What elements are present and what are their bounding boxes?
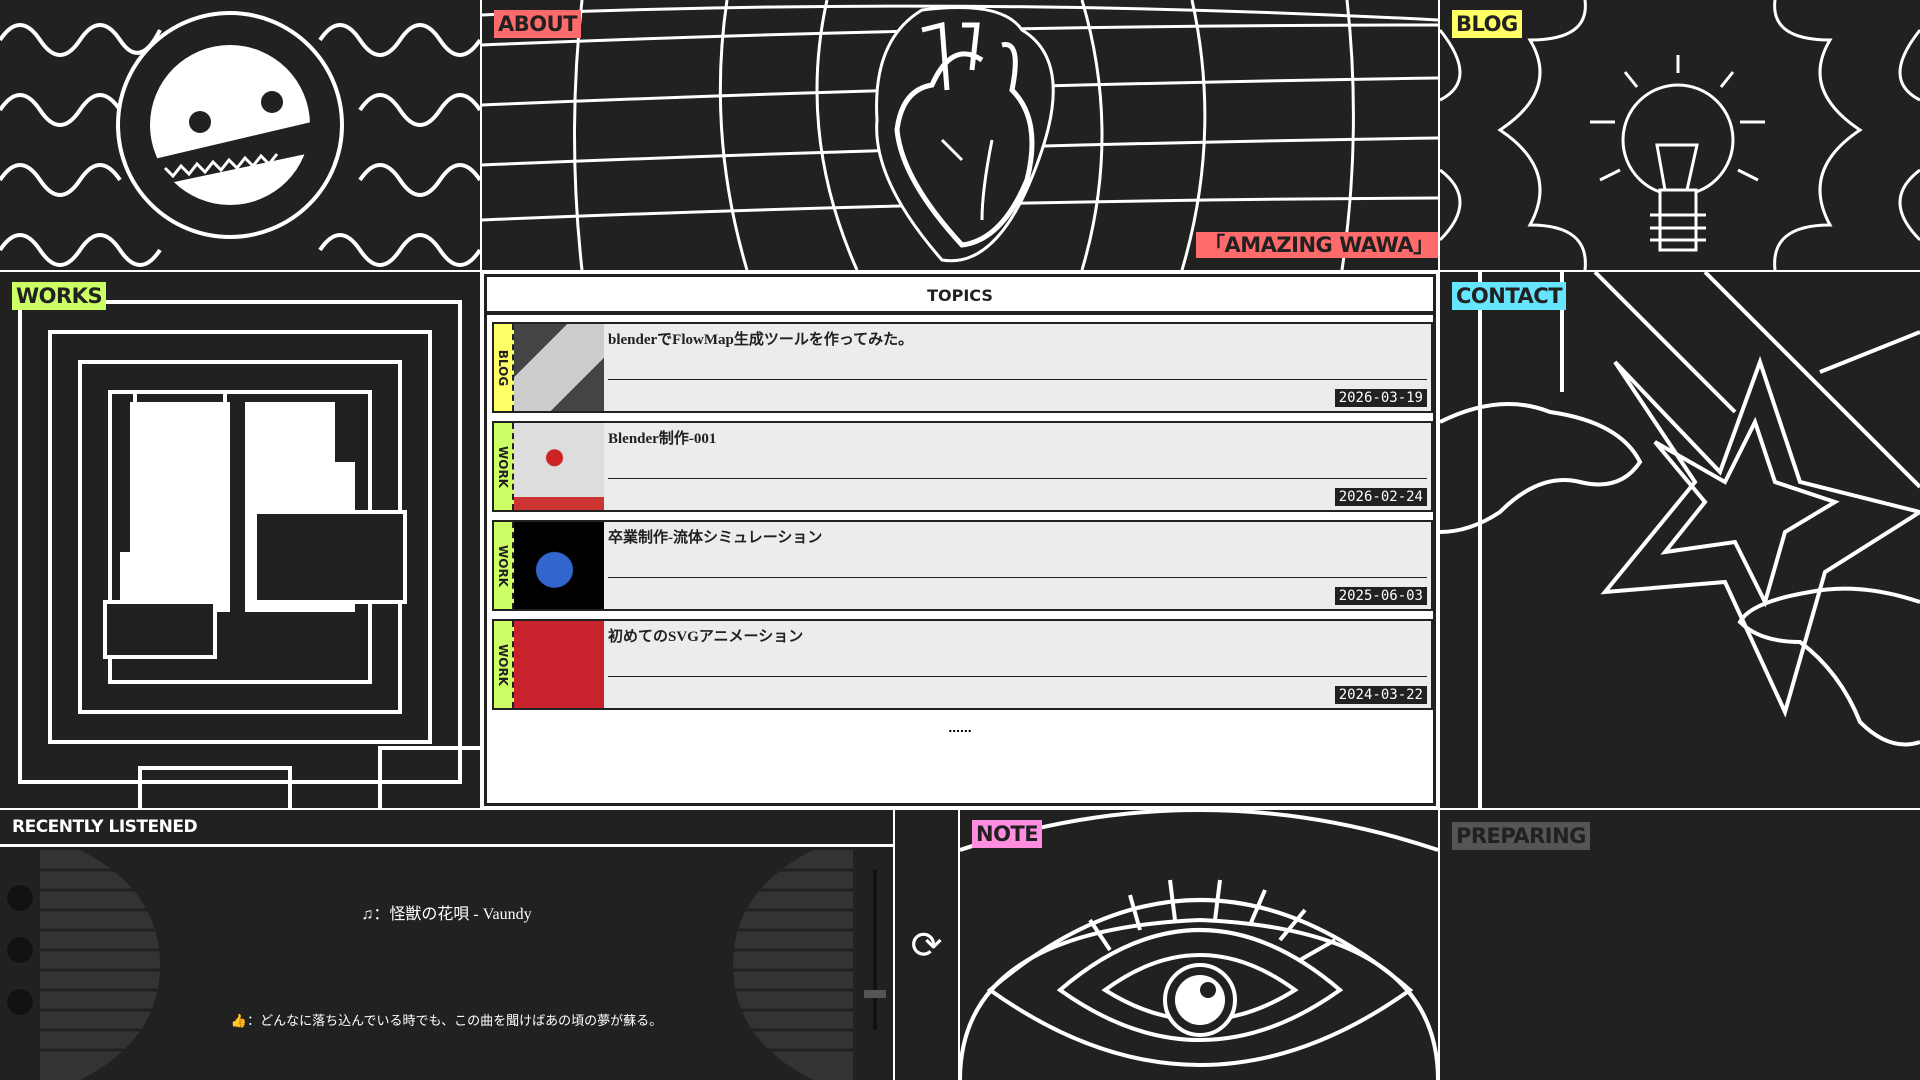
logo-illustration [0, 11, 480, 267]
recently-listened-panel: RECENTLY LISTENED ♫：怪獣の花唄 - Vaundy 👍：どんな… [0, 810, 893, 1080]
category-stripe: WORK [494, 423, 514, 510]
topic-item[interactable]: WORK Blender制作-001 2026-02-24 [492, 421, 1433, 512]
topics-title: TOPICS [487, 277, 1433, 315]
topic-thumbnail [514, 324, 604, 411]
category-label: WORK [496, 544, 510, 587]
topic-title: Blender制作-001 [608, 431, 717, 447]
lightbulb-illustration [1440, 0, 1920, 270]
topic-title: 卒業制作-流体シミュレーション [608, 530, 823, 546]
contact-tile[interactable]: CONTACT [1440, 272, 1920, 808]
logo-tile[interactable] [0, 0, 480, 270]
category-stripe: BLOG [494, 324, 514, 411]
thumbs-up-icon: 👍 [230, 1013, 248, 1028]
blog-label: BLOG [1452, 10, 1522, 38]
song-title: ：怪獣の花唄 - Vaundy [373, 906, 532, 923]
note-label: NOTE [972, 820, 1043, 848]
song-comment: 👍：どんなに落ち込んでいる時でも、この曲を聞けばあの頃の夢が蘇る。 [0, 1010, 893, 1029]
brain-maze-illustration [18, 300, 480, 808]
heart-grid-illustration [482, 0, 1438, 270]
about-tile[interactable]: ABOUT 「AMAZING WAWA」 [482, 0, 1438, 270]
turntable-decoration [7, 850, 886, 1080]
topic-item[interactable]: WORK 卒業制作-流体シミュレーション 2025-06-03 [492, 520, 1433, 611]
more-topics-link[interactable]: ...... [487, 719, 1433, 735]
note-tile[interactable]: NOTE [960, 810, 1438, 1080]
hands-star-illustration [1440, 272, 1920, 808]
topic-title: blenderでFlowMap生成ツールを作ってみた。 [608, 332, 914, 348]
music-note-icon: ♫ [361, 906, 374, 923]
refresh-button[interactable]: ⟳ [895, 810, 958, 1080]
recently-listened-title: RECENTLY LISTENED [0, 810, 893, 847]
now-playing: ♫：怪獣の花唄 - Vaundy [0, 900, 893, 924]
topic-date: 2025-06-03 [1334, 587, 1427, 605]
contact-label: CONTACT [1452, 282, 1567, 310]
topic-thumbnail [514, 621, 604, 708]
topic-date: 2026-02-24 [1334, 488, 1427, 506]
topic-item[interactable]: WORK 初めてのSVGアニメーション 2024-03-22 [492, 619, 1433, 710]
about-subtitle: 「AMAZING WAWA」 [1196, 232, 1438, 258]
category-label: WORK [496, 643, 510, 686]
preparing-label: PREPARING [1452, 822, 1590, 850]
topic-title: 初めてのSVGアニメーション [608, 629, 804, 645]
about-label: ABOUT [494, 10, 581, 38]
blog-tile[interactable]: BLOG [1440, 0, 1920, 270]
topic-thumbnail [514, 522, 604, 609]
category-stripe: WORK [494, 621, 514, 708]
category-stripe: WORK [494, 522, 514, 609]
topics-panel: TOPICS BLOG blenderでFlowMap生成ツールを作ってみた。 2… [484, 274, 1436, 806]
eye-illustration [960, 810, 1438, 1080]
comment-text: ：どんなに落ち込んでいる時でも、この曲を聞けばあの頃の夢が蘇る。 [247, 1013, 663, 1028]
preparing-tile: PREPARING [1440, 810, 1920, 1080]
topic-thumbnail [514, 423, 604, 510]
topic-item[interactable]: BLOG blenderでFlowMap生成ツールを作ってみた。 2026-03-… [492, 322, 1433, 413]
category-label: WORK [496, 445, 510, 488]
topic-date: 2024-03-22 [1334, 686, 1427, 704]
topic-date: 2026-03-19 [1334, 389, 1427, 407]
category-label: BLOG [496, 349, 510, 386]
refresh-icon: ⟳ [910, 924, 943, 967]
works-label: WORKS [12, 282, 107, 310]
works-tile[interactable]: WORKS [0, 272, 480, 808]
